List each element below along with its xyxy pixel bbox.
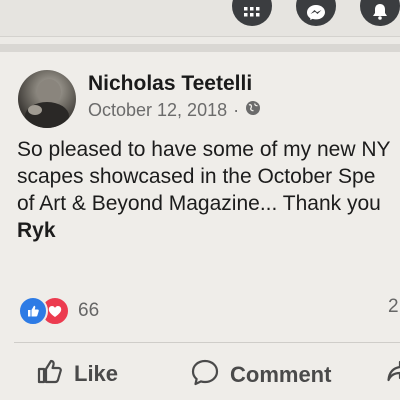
comment-label: Comment	[230, 362, 332, 387]
reactions-summary[interactable]: 66	[18, 296, 99, 326]
comment-bubble-icon	[190, 358, 220, 392]
share-button[interactable]	[386, 358, 400, 390]
tagged-user-link[interactable]: Ryk	[17, 217, 400, 244]
share-icon	[386, 358, 400, 390]
messenger-icon[interactable]	[296, 0, 336, 26]
comment-button[interactable]: Comment	[190, 358, 331, 392]
comments-count[interactable]: 2	[388, 296, 399, 318]
post-text-line: of Art & Beyond Magazine... Thank you	[17, 192, 381, 215]
grid-menu-icon[interactable]	[232, 0, 272, 26]
reaction-count: 66	[78, 300, 100, 321]
post-meta: October 12, 2018 ·	[88, 100, 261, 121]
post-body: So pleased to have some of my new NY sca…	[17, 136, 400, 244]
like-label: Like	[74, 361, 119, 386]
globe-icon	[245, 100, 261, 121]
author-avatar[interactable]	[18, 70, 76, 128]
thumbs-up-icon	[36, 358, 64, 390]
post-author-name[interactable]: Nicholas Teetelli	[88, 72, 252, 96]
top-nav-bar	[0, 0, 400, 37]
like-button[interactable]: Like	[36, 358, 118, 390]
feed-divider	[0, 44, 400, 52]
bell-icon[interactable]	[360, 0, 400, 26]
post-date[interactable]: October 12, 2018	[88, 100, 227, 121]
actions-divider	[14, 342, 400, 343]
post-text-line: So pleased to have some of my new NY	[17, 138, 391, 161]
like-reaction-icon	[18, 296, 48, 326]
meta-separator: ·	[233, 100, 240, 120]
post-text-line: scapes showcased in the October Spe	[17, 165, 376, 188]
